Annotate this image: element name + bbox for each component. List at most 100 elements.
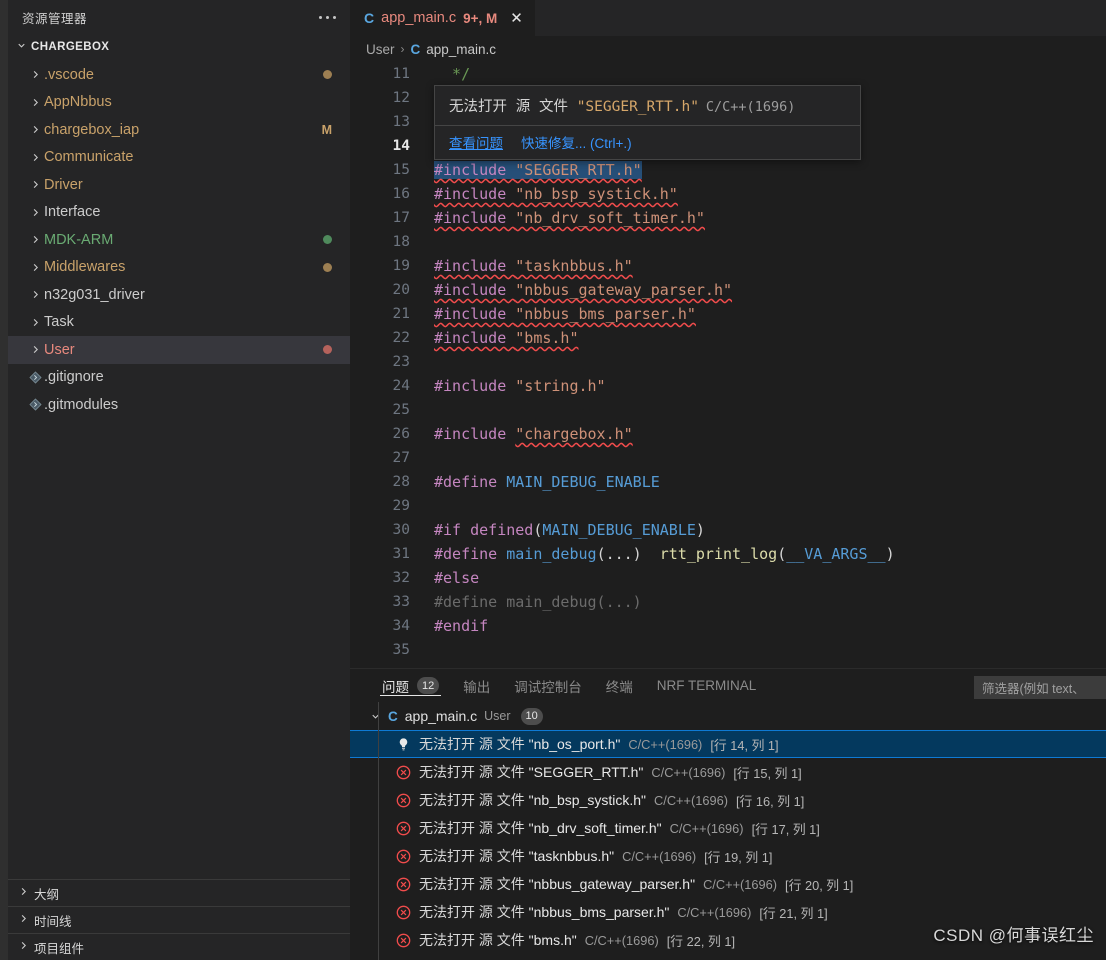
sidebar-item-n32g031-driver[interactable]: n32g031_driver	[8, 281, 350, 309]
code-text: #include "nb_bsp_systick.h"	[434, 185, 678, 203]
line-number: 35	[392, 642, 410, 658]
line-number: 12	[392, 90, 410, 106]
problem-row[interactable]: 无法打开 源 文件 "nbbus_bms_parser.h" C/C++(1696…	[350, 898, 1106, 926]
code-line[interactable]: 26 #include "chargebox.h"	[350, 422, 1106, 446]
sidebar-item-label: Interface	[44, 204, 101, 221]
code-line[interactable]: 33 #define main_debug(...)	[350, 590, 1106, 614]
sidebar-item-middlewares[interactable]: Middlewares	[8, 254, 350, 282]
code-text: #include "SEGGER_RTT.h"	[434, 161, 642, 179]
sidebar-item-task[interactable]: Task	[8, 309, 350, 337]
breadcrumb-filename[interactable]: app_main.c	[426, 42, 496, 57]
hover-error-code: C/C++(1696)	[705, 99, 796, 115]
code-line[interactable]: 25	[350, 398, 1106, 422]
problem-row[interactable]: 无法打开 源 文件 "nbbus_gateway_parser.h" C/C++(…	[350, 870, 1106, 898]
tab-dirty-indicator: 9+, M	[463, 10, 498, 26]
line-number: 15	[392, 162, 410, 178]
view-problem-link[interactable]: 查看问题	[449, 132, 503, 152]
error-icon	[396, 905, 411, 920]
panel-tab-2[interactable]: 调试控制台	[502, 669, 594, 702]
problem-row[interactable]: 无法打开 源 文件 "nb_bsp_systick.h" C/C++(1696) […	[350, 786, 1106, 814]
line-number: 13	[392, 114, 410, 130]
breadcrumb-folder[interactable]: User	[366, 42, 395, 57]
code-line[interactable]: 31 #define main_debug(...) rtt_print_log(…	[350, 542, 1106, 566]
code-text: #else	[434, 569, 480, 587]
sidebar-item-vscode[interactable]: .vscode	[8, 61, 350, 89]
code-line[interactable]: 28 #define MAIN_DEBUG_ENABLE	[350, 470, 1106, 494]
sidebar-item-mdk-arm[interactable]: MDK-ARM	[8, 226, 350, 254]
error-icon	[396, 765, 411, 780]
ellipsis-icon[interactable]	[319, 16, 336, 19]
close-icon[interactable]: ✕	[510, 11, 523, 26]
workspace-root-header[interactable]: CHARGEBOX	[8, 35, 350, 59]
sidebar-pane-1[interactable]: 时间线	[8, 906, 350, 933]
hover-tooltip-actions: 查看问题 快速修复... (Ctrl+.)	[435, 125, 860, 159]
problem-file: "bms.h"	[528, 932, 577, 949]
code-text: */	[434, 65, 471, 83]
code-line[interactable]: 23	[350, 350, 1106, 374]
error-icon	[396, 821, 411, 836]
line-number: 32	[392, 570, 410, 586]
code-line[interactable]: 21 #include "nbbus_bms_parser.h"	[350, 302, 1106, 326]
panel-tab-4[interactable]: NRF TERMINAL	[645, 669, 769, 702]
quick-fix-link[interactable]: 快速修复... (Ctrl+.)	[521, 132, 632, 152]
c-file-icon: C	[410, 41, 421, 57]
line-number: 11	[392, 66, 410, 82]
chevron-right-icon	[26, 207, 44, 218]
problems-list[interactable]: C app_main.c User 10 无法打开 源 文件 "nb_os_po…	[350, 702, 1106, 960]
code-line[interactable]: 16 #include "nb_bsp_systick.h"	[350, 182, 1106, 206]
sidebar-item-gitignore[interactable]: .gitignore	[8, 364, 350, 392]
code-line[interactable]: 22 #include "bms.h"	[350, 326, 1106, 350]
sidebar-item-communicate[interactable]: Communicate	[8, 144, 350, 172]
chevron-right-icon	[26, 124, 44, 135]
problems-filter-input[interactable]: 筛选器(例如 text、	[974, 676, 1106, 699]
problem-row[interactable]: 无法打开 源 文件 "bms.h" C/C++(1696) [行 22, 列 1]	[350, 926, 1106, 954]
problem-location: [行 16, 列 1]	[736, 793, 805, 809]
activity-bar[interactable]	[0, 0, 8, 960]
line-number: 17	[392, 210, 410, 226]
code-line[interactable]: 29	[350, 494, 1106, 518]
panel-tab-3[interactable]: 终端	[594, 669, 645, 702]
sidebar-pane-label: 项目组件	[34, 941, 85, 956]
code-line[interactable]: 24 #include "string.h"	[350, 374, 1106, 398]
status-badge: M	[321, 122, 332, 137]
sidebar-title-row: 资源管理器	[8, 0, 350, 35]
code-editor[interactable]: 11 */ 12 13 14 15 #include "SEGGER_RTT.h" 16 #i…	[350, 62, 1106, 668]
sidebar-item-gitmodules[interactable]: .gitmodules	[8, 391, 350, 419]
sidebar-pane-2[interactable]: 项目组件	[8, 933, 350, 960]
sidebar-item-driver[interactable]: Driver	[8, 171, 350, 199]
code-line[interactable]: 27	[350, 446, 1106, 470]
code-line[interactable]: 15 #include "SEGGER_RTT.h"	[350, 158, 1106, 182]
sidebar-item-user[interactable]: User	[8, 336, 350, 364]
problem-row[interactable]: 无法打开 源 文件 "tasknbbus.h" C/C++(1696) [行 19,…	[350, 842, 1106, 870]
code-line[interactable]: 30 #if defined(MAIN_DEBUG_ENABLE)	[350, 518, 1106, 542]
code-line[interactable]: 11 */	[350, 62, 1106, 86]
panel-tab-1[interactable]: 输出	[451, 669, 502, 702]
code-line[interactable]: 34 #endif	[350, 614, 1106, 638]
sidebar-item-label: Communicate	[44, 149, 134, 166]
sidebar-item-appnbbus[interactable]: AppNbbus	[8, 89, 350, 117]
problem-code: C/C++(1696)	[703, 876, 778, 892]
problem-row[interactable]: 无法打开 源 文件 "nb_os_port.h" C/C++(1696) [行 14…	[350, 730, 1106, 759]
file-tree: .vscode AppNbbus chargebox_iap M Communicate…	[8, 59, 350, 419]
code-line[interactable]: 35	[350, 638, 1106, 662]
line-number: 23	[392, 354, 410, 370]
sidebar-pane-0[interactable]: 大纲	[8, 879, 350, 906]
sidebar-item-chargebox-iap[interactable]: chargebox_iap M	[8, 116, 350, 144]
problem-row[interactable]: 无法打开 源 文件 "nb_drv_soft_timer.h" C/C++(169…	[350, 814, 1106, 842]
code-line[interactable]: 32 #else	[350, 566, 1106, 590]
code-line[interactable]: 17 #include "nb_drv_soft_timer.h"	[350, 206, 1106, 230]
code-line[interactable]: 20 #include "nbbus_gateway_parser.h"	[350, 278, 1106, 302]
code-text: #define main_debug(...) rtt_print_log(__…	[434, 545, 895, 563]
problem-location: [行 21, 列 1]	[759, 905, 828, 921]
panel-tab-0[interactable]: 问题 12	[370, 669, 451, 702]
editor-tab-bar: C app_main.c 9+, M ✕	[350, 0, 1106, 36]
problems-file-group-header[interactable]: C app_main.c User 10	[350, 702, 1106, 730]
sidebar-item-interface[interactable]: Interface	[8, 199, 350, 227]
problem-row[interactable]: 无法打开 源 文件 "SEGGER_RTT.h" C/C++(1696) [行 15…	[350, 758, 1106, 786]
problem-row-partial[interactable]	[350, 954, 1106, 960]
tab-app-main-c[interactable]: C app_main.c 9+, M ✕	[350, 0, 536, 36]
sidebar-item-label: User	[44, 341, 75, 358]
code-line[interactable]: 18	[350, 230, 1106, 254]
problem-message: 无法打开 源 文件 "nb_drv_soft_timer.h"	[419, 820, 662, 837]
code-line[interactable]: 19 #include "tasknbbus.h"	[350, 254, 1106, 278]
